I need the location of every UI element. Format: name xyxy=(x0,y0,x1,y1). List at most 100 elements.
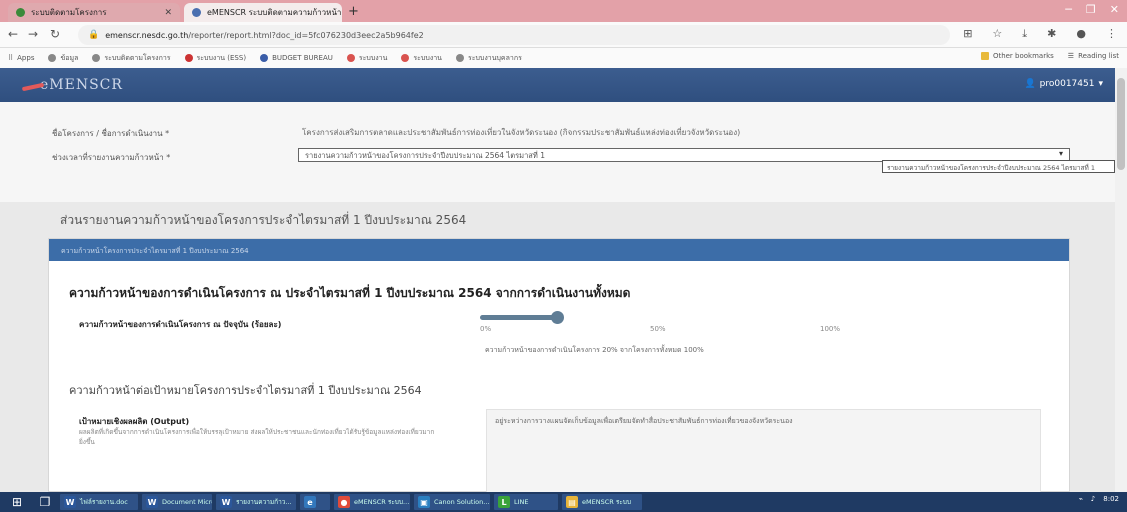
forward-icon[interactable]: → xyxy=(28,27,38,41)
app-icon: W xyxy=(146,496,158,508)
taskbar-app-label: รายงานความก้าว... xyxy=(236,498,292,506)
scrollbar-thumb[interactable] xyxy=(1117,78,1125,170)
app-icon: ● xyxy=(338,496,350,508)
page-scrollbar[interactable] xyxy=(1115,68,1127,492)
section-title: ส่วนรายงานความก้าวหน้าของโครงการประจำไตร… xyxy=(60,213,467,227)
windows-start-icon[interactable]: ⊞ xyxy=(6,492,28,512)
windows-taskbar: ⊞ ❐ W ไฟล์รายงาน.doc W Document Micro... W รา… xyxy=(0,492,1127,512)
project-label: ชื่อโครงการ / ชื่อการดำเนินงาน * xyxy=(52,129,170,138)
period-tooltip: รายงานความก้าวหน้าของโครงการประจำปีงบประ… xyxy=(882,160,1115,173)
taskbar-app[interactable]: ● eMENSCR ระบบ... xyxy=(334,494,410,510)
chevron-down-icon: ▾ xyxy=(1098,79,1103,89)
browser-tab-strip: ระบบติดตามโครงการ ✕ eMENSCR ระบบติดตามคว… xyxy=(0,0,1127,22)
progress-slider-handle[interactable] xyxy=(551,311,564,324)
profile-icon[interactable]: ● xyxy=(1076,27,1086,41)
site-icon xyxy=(401,54,410,62)
translate-icon[interactable]: ⊞ xyxy=(963,27,972,41)
app-header: eMENSCR 👤 pro0017451 ▾ xyxy=(0,68,1115,102)
other-bookmarks[interactable]: Other bookmarks xyxy=(980,52,1054,60)
taskbar-app-label: Canon Solution... xyxy=(434,498,490,506)
maximize-icon[interactable]: ❐ xyxy=(1086,3,1096,16)
taskbar-app[interactable]: W Document Micro... xyxy=(142,494,212,510)
download-icon[interactable]: ⤓ xyxy=(1022,27,1027,41)
globe-icon xyxy=(92,54,101,62)
taskbar-app[interactable]: L LINE xyxy=(494,494,558,510)
volume-icon[interactable]: ♪ xyxy=(1091,495,1095,503)
reading-list[interactable]: ☰ Reading list xyxy=(1068,52,1119,60)
close-icon[interactable]: ✕ xyxy=(164,8,172,18)
browser-tab-1[interactable]: ระบบติดตามโครงการ ✕ xyxy=(8,3,180,22)
extensions-icon[interactable]: ✱ xyxy=(1047,27,1056,41)
url-host: emenscr.nesdc.go.th xyxy=(105,30,189,40)
bookmark-item[interactable]: ข้อมูล xyxy=(48,53,78,64)
tab-title: ระบบติดตามโครงการ xyxy=(31,8,107,17)
bookmark-item[interactable]: ระบบงาน xyxy=(346,53,387,64)
minimize-icon[interactable]: ─ xyxy=(1065,3,1072,16)
bookmark-apps[interactable]: ⠿ Apps xyxy=(8,54,34,62)
user-menu[interactable]: 👤 pro0017451 ▾ xyxy=(1024,79,1103,89)
progress-heading: ความก้าวหน้าของการดำเนินโครงการ ณ ประจำไ… xyxy=(69,286,631,300)
taskbar-app[interactable]: ▣ Canon Solution... xyxy=(414,494,490,510)
close-window-icon[interactable]: ✕ xyxy=(1110,3,1119,16)
menu-icon[interactable]: ⋮ xyxy=(1106,27,1117,41)
taskbar-items: W ไฟล์รายงาน.doc W Document Micro... W รายงาน… xyxy=(56,494,642,510)
bookmark-item[interactable]: ระบบงาน xyxy=(401,53,442,64)
taskbar-app[interactable]: W ไฟล์รายงาน.doc xyxy=(60,494,138,510)
reload-icon[interactable]: ↻ xyxy=(50,27,60,41)
output-textarea[interactable]: อยู่ระหว่างการวางแผนจัดเก็บข้อมูลเพื่อเต… xyxy=(486,409,1041,493)
progress-slider-track[interactable] xyxy=(480,315,558,320)
clock[interactable]: 8:02 xyxy=(1103,495,1119,503)
task-view-icon[interactable]: ❐ xyxy=(34,492,56,512)
tick-label: 50% xyxy=(650,325,666,333)
url-path: /reporter/report.html?doc_id=5fc076230d3… xyxy=(188,30,424,40)
star-icon[interactable]: ☆ xyxy=(992,27,1002,41)
folder-icon xyxy=(980,52,989,60)
progress-label: ความก้าวหน้าของการดำเนินโครงการ ณ ปัจจุบ… xyxy=(79,320,282,329)
app-logo[interactable]: eMENSCR xyxy=(21,77,123,93)
bookmarks-right: Other bookmarks ☰ Reading list xyxy=(980,52,1119,60)
url-input[interactable]: 🔒 emenscr.nesdc.go.th /reporter/report.h… xyxy=(78,25,950,45)
globe-icon xyxy=(455,54,464,62)
taskbar-app[interactable]: W รายงานความก้าว... xyxy=(216,494,296,510)
bookmark-item[interactable]: BUDGET BUREAU xyxy=(260,54,333,62)
bookmark-item[interactable]: ระบบงานบุคลากร xyxy=(455,53,522,64)
budget-icon xyxy=(260,54,269,62)
bookmarks-bar: ⠿ Apps ข้อมูล ระบบติดตามโครงการ ระบบงาน (… xyxy=(0,48,1127,68)
user-icon: 👤 xyxy=(1024,79,1036,89)
taskbar-app-label: Document Micro... xyxy=(162,498,212,506)
apps-icon: ⠿ xyxy=(8,54,14,62)
app-icon: W xyxy=(64,496,76,508)
globe-icon xyxy=(48,54,57,62)
taskbar-app-label: LINE xyxy=(514,498,529,506)
bookmark-item[interactable]: ระบบติดตามโครงการ xyxy=(92,53,171,64)
lock-icon: 🔒 xyxy=(88,30,100,40)
address-bar-row: ← → ↻ 🔒 emenscr.nesdc.go.th /reporter/re… xyxy=(0,22,1127,48)
taskbar-app[interactable]: ▤ eMENSCR ระบบ xyxy=(562,494,642,510)
report-form: ชื่อโครงการ / ชื่อการดำเนินงาน * โครงการ… xyxy=(0,102,1115,202)
reading-list-icon: ☰ xyxy=(1067,52,1075,60)
taskbar-app[interactable]: e xyxy=(300,494,330,510)
progress-note: ความก้าวหน้าของการดำเนินโครงการ 20% จากโ… xyxy=(485,346,704,354)
target-heading: ความก้าวหน้าต่อเป้าหมายโครงการประจำไตรมา… xyxy=(69,384,422,397)
bookmark-item[interactable]: ระบบงาน (ESS) xyxy=(184,53,246,64)
browser-tab-2[interactable]: eMENSCR ระบบติดตามความก้าวหน้า ✕ xyxy=(184,3,342,22)
app-icon: ▤ xyxy=(566,496,578,508)
progress-panel: ความก้าวหน้าโครงการประจำไตรมาสที่ 1 ปีงบ… xyxy=(48,238,1070,493)
network-icon[interactable]: ⌁ xyxy=(1079,495,1083,503)
chevron-down-icon: ▾ xyxy=(1058,149,1063,158)
close-icon[interactable]: ✕ xyxy=(341,8,342,18)
window-controls: ─ ❐ ✕ xyxy=(1065,3,1119,16)
period-label: ช่วงเวลาที่รายงานความก้าวหน้า * xyxy=(52,153,171,162)
favicon-icon xyxy=(16,8,25,17)
app-icon: W xyxy=(220,496,232,508)
plus-icon[interactable]: + xyxy=(348,4,359,19)
taskbar-app-label: eMENSCR ระบบ xyxy=(582,498,632,506)
tab-title: eMENSCR ระบบติดตามความก้าวหน้า xyxy=(207,8,342,17)
taskbar-app-label: eMENSCR ระบบ... xyxy=(354,498,410,506)
favicon-icon xyxy=(192,8,201,17)
system-tray: ⌁ ♪ 8:02 xyxy=(1079,495,1119,503)
tick-label: 100% xyxy=(820,325,841,333)
app-icon: L xyxy=(498,496,510,508)
tick-label: 0% xyxy=(480,325,492,333)
back-icon[interactable]: ← xyxy=(8,27,18,41)
